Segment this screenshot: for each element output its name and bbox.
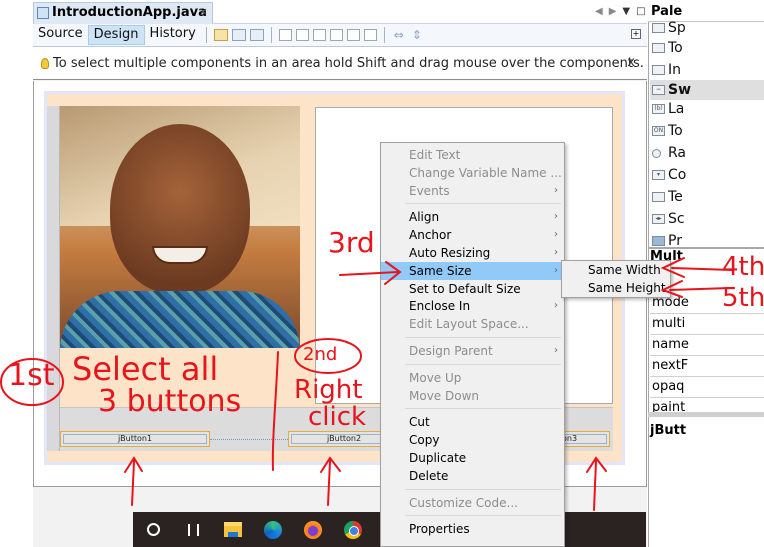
annotation-step1-text: 3 buttons — [98, 384, 242, 419]
annotation-step1-label: 1st — [8, 358, 55, 393]
annotation-arrow-button3 — [586, 456, 607, 511]
annotation-step3: 3rd — [328, 226, 375, 259]
annotation-arrow-3rd — [339, 261, 402, 285]
annotation-step2-text: Right — [294, 375, 363, 405]
annotation-step2-text: click — [308, 402, 367, 432]
annotation-divider-line — [271, 351, 279, 471]
annotation-step4: 4th — [722, 252, 764, 282]
annotation-arrow-button1 — [124, 456, 143, 506]
annotation-step2-label: 2nd — [303, 344, 338, 365]
annotation-arrow-button2 — [320, 456, 341, 506]
annotation-strokes — [0, 257, 733, 511]
annotation-step1-text: Select all — [72, 350, 219, 388]
annotation-step5: 5th — [722, 283, 764, 313]
annotation-arrow-5th — [660, 280, 731, 298]
